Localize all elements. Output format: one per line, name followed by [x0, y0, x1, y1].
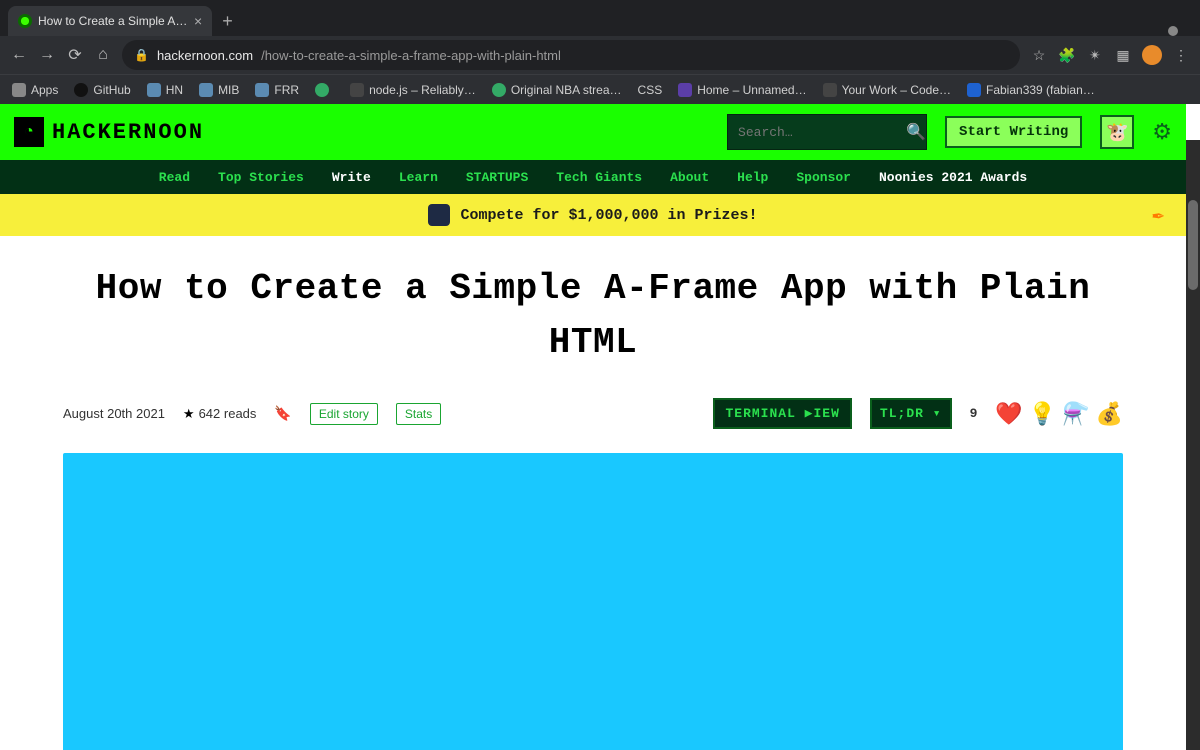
reaction-count: 9: [970, 406, 978, 421]
nav-help[interactable]: Help: [737, 170, 768, 185]
bookmark-item[interactable]: Original NBA strea…: [492, 83, 622, 97]
forward-button[interactable]: →: [38, 46, 56, 64]
light-icon[interactable]: 💡: [1029, 401, 1056, 427]
extension-icon[interactable]: 🧩: [1058, 46, 1076, 64]
article-meta: August 20th 2021 ★ 642 reads 🔖 Edit stor…: [63, 398, 1123, 429]
bookmark-item[interactable]: [315, 83, 334, 97]
vertical-scrollbar[interactable]: [1186, 140, 1200, 750]
site-search[interactable]: 🔍: [727, 114, 927, 150]
window-control-icon[interactable]: [1168, 26, 1178, 36]
bookmark-icon[interactable]: 🔖: [274, 405, 291, 422]
scrollbar-thumb[interactable]: [1188, 200, 1198, 290]
home-button[interactable]: ⌂: [94, 46, 112, 64]
reaction-icons[interactable]: ❤️ 💡 ⚗️ 💰: [995, 401, 1123, 427]
search-icon[interactable]: 🔍: [906, 122, 926, 142]
search-input[interactable]: [738, 125, 906, 140]
folder-icon: [199, 83, 213, 97]
edit-story-button[interactable]: Edit story: [310, 403, 378, 425]
nav-top-stories[interactable]: Top Stories: [218, 170, 304, 185]
heart-icon[interactable]: ❤️: [995, 401, 1022, 427]
gear-icon[interactable]: ⚙: [1152, 119, 1172, 145]
nav-about[interactable]: About: [670, 170, 709, 185]
promo-icon: [428, 204, 450, 226]
money-icon[interactable]: 💰: [1096, 401, 1123, 427]
promo-text: Compete for $1,000,000 in Prizes!: [460, 207, 757, 224]
article-title: How to Create a Simple A-Frame App with …: [63, 262, 1123, 370]
bookmark-item[interactable]: Home – Unnamed…: [678, 83, 806, 97]
apps-icon: [12, 83, 26, 97]
nav-tech-giants[interactable]: Tech Giants: [556, 170, 642, 185]
tldr-button[interactable]: TL;DR ▾: [870, 398, 952, 429]
bookmark-item[interactable]: node.js – Reliably…: [350, 83, 476, 97]
site-logo[interactable]: ◔ HACKERNOON: [14, 117, 204, 147]
new-tab-button[interactable]: +: [212, 7, 243, 36]
star-icon: ★: [183, 406, 195, 422]
flame-icon: ✒: [1152, 202, 1164, 228]
stats-button[interactable]: Stats: [396, 403, 441, 425]
bookmarks-bar: Apps GitHub HN MIB FRR node.js – Reliabl…: [0, 74, 1200, 104]
nav-learn[interactable]: Learn: [399, 170, 438, 185]
logo-mark-icon: ◔: [14, 117, 44, 147]
boat-icon[interactable]: ⚗️: [1062, 401, 1089, 427]
kebab-menu-icon[interactable]: ⋮: [1172, 46, 1190, 64]
globe-icon: [315, 83, 329, 97]
bookmark-item[interactable]: GitHub: [74, 83, 130, 97]
bookmark-item[interactable]: HN: [147, 83, 183, 97]
tab-close-icon[interactable]: ×: [194, 13, 202, 29]
bookmark-item[interactable]: Your Work – Code…: [823, 83, 951, 97]
site-header: ◔ HACKERNOON 🔍 Start Writing 🐮 ⚙: [0, 104, 1186, 160]
site-nav: Read Top Stories Write Learn STARTUPS Te…: [0, 160, 1186, 194]
url-path: /how-to-create-a-simple-a-frame-app-with…: [261, 48, 561, 63]
mascot-icon[interactable]: 🐮: [1100, 115, 1134, 149]
bookmark-item[interactable]: CSS: [638, 83, 663, 97]
site-icon: [350, 83, 364, 97]
bookmark-item[interactable]: FRR: [255, 83, 299, 97]
bookmark-item[interactable]: Apps: [12, 83, 58, 97]
lock-icon: 🔒: [134, 48, 149, 62]
extension-icon[interactable]: ▦: [1114, 46, 1132, 64]
site-icon: [678, 83, 692, 97]
star-icon[interactable]: ☆: [1030, 46, 1048, 64]
reload-button[interactable]: ⟳: [66, 46, 84, 64]
start-writing-button[interactable]: Start Writing: [945, 116, 1082, 148]
site-icon: [823, 83, 837, 97]
url-host: hackernoon.com: [157, 48, 253, 63]
nav-sponsor[interactable]: Sponsor: [796, 170, 851, 185]
profile-avatar[interactable]: [1142, 45, 1162, 65]
address-bar[interactable]: 🔒 hackernoon.com /how-to-create-a-simple…: [122, 40, 1020, 70]
back-button[interactable]: ←: [10, 46, 28, 64]
bookmark-item[interactable]: Fabian339 (fabian…: [967, 83, 1095, 97]
bookmark-item[interactable]: MIB: [199, 83, 239, 97]
article-date: August 20th 2021: [63, 406, 165, 421]
promo-banner[interactable]: Compete for $1,000,000 in Prizes! ✒: [0, 194, 1186, 236]
github-icon: [74, 83, 88, 97]
nav-startups[interactable]: STARTUPS: [466, 170, 528, 185]
site-icon: [967, 83, 981, 97]
globe-icon: [492, 83, 506, 97]
folder-icon: [147, 83, 161, 97]
logo-text: HACKERNOON: [52, 120, 204, 145]
nav-read[interactable]: Read: [159, 170, 190, 185]
nav-write[interactable]: Write: [332, 170, 371, 185]
article-reads: ★ 642 reads: [183, 406, 256, 422]
terminal-view-button[interactable]: TERMINAL ▶IEW: [713, 398, 851, 429]
extension-icon[interactable]: ✴: [1086, 46, 1104, 64]
tab-title: How to Create a Simple A-Fr…: [38, 14, 188, 28]
nav-noonies[interactable]: Noonies 2021 Awards: [879, 170, 1027, 185]
tab-favicon: [18, 14, 32, 28]
folder-icon: [255, 83, 269, 97]
article-hero-image: [63, 453, 1123, 750]
browser-tab[interactable]: How to Create a Simple A-Fr… ×: [8, 6, 212, 36]
